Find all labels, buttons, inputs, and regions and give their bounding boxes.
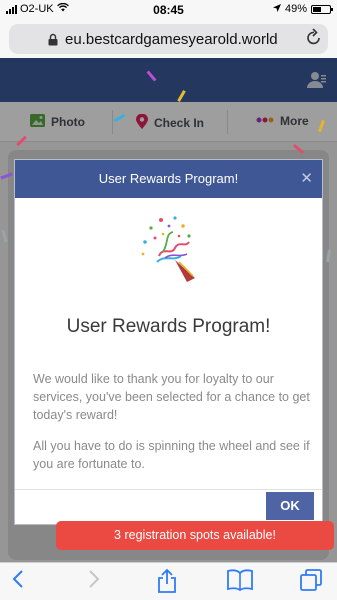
browser-toolbar <box>0 562 337 600</box>
lock-icon <box>47 33 59 46</box>
url-text: eu.bestcardgamesyearold.world <box>65 30 278 48</box>
bookmarks-icon[interactable] <box>227 569 253 597</box>
rewards-modal: User Rewards Program! ✕ User Rewards Pro… <box>14 159 323 525</box>
location-icon <box>272 3 281 15</box>
party-popper-icon <box>141 216 195 282</box>
ok-button[interactable]: OK <box>266 492 314 520</box>
status-right: 49% <box>272 3 333 15</box>
url-field[interactable]: eu.bestcardgamesyearold.world <box>9 24 328 54</box>
modal-paragraph-thanks: We would like to thank you for loyalty t… <box>33 372 310 422</box>
battery-icon <box>311 4 333 14</box>
reload-icon[interactable] <box>306 28 322 51</box>
modal-header-title: User Rewards Program! <box>98 171 239 186</box>
back-icon[interactable] <box>12 569 24 595</box>
registration-spots-toast: 3 registration spots available! <box>56 521 334 550</box>
address-bar: eu.bestcardgamesyearold.world <box>0 20 337 58</box>
modal-paragraph-instructions: All you have to do is spinning the wheel… <box>33 439 310 471</box>
modal-title: User Rewards Program! <box>66 316 271 337</box>
tabs-icon[interactable] <box>300 569 322 597</box>
modal-header: User Rewards Program! ✕ <box>15 160 322 198</box>
share-icon[interactable] <box>157 568 177 599</box>
forward-icon[interactable] <box>88 569 100 595</box>
modal-footer-divider <box>15 489 322 490</box>
close-icon[interactable]: ✕ <box>300 160 313 198</box>
battery-percent: 49% <box>284 3 307 15</box>
status-bar: O2-UK 08:45 49% <box>0 0 337 20</box>
